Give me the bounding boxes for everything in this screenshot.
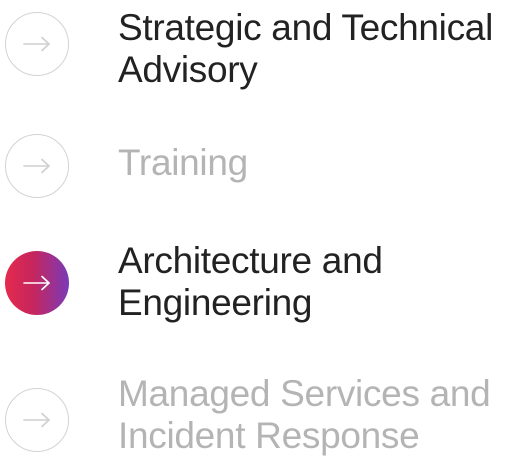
- service-label: Managed Services and Incident Response: [118, 373, 491, 457]
- arrow-right-icon[interactable]: [5, 251, 69, 315]
- service-label-line: Training: [118, 142, 248, 183]
- service-label-line: Engineering: [118, 282, 313, 323]
- service-item-architecture-engineering[interactable]: Architecture and Engineering: [0, 236, 522, 346]
- service-label-line: Advisory: [118, 49, 258, 90]
- service-label-line: Strategic and Technical: [118, 7, 493, 48]
- service-item-training[interactable]: Training: [0, 132, 522, 202]
- service-item-strategic-technical-advisory[interactable]: Strategic and Technical Advisory: [0, 0, 522, 110]
- arrow-right-icon[interactable]: [5, 388, 69, 452]
- service-label: Training: [118, 142, 248, 184]
- service-label-line: Incident Response: [118, 415, 420, 456]
- service-label-line: Managed Services and: [118, 373, 491, 414]
- service-label: Strategic and Technical Advisory: [118, 7, 493, 91]
- service-item-managed-services-incident-response[interactable]: Managed Services and Incident Response: [0, 360, 522, 471]
- service-label-line: Architecture and: [118, 240, 383, 281]
- service-list: Strategic and Technical Advisory Trainin…: [0, 0, 522, 471]
- service-label: Architecture and Engineering: [118, 240, 383, 324]
- arrow-right-icon[interactable]: [5, 12, 69, 76]
- arrow-right-icon[interactable]: [5, 134, 69, 198]
